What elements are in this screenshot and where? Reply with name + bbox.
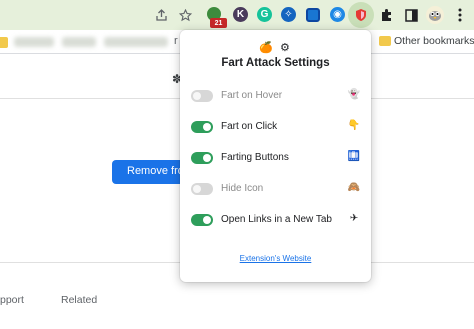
- browser-toolbar: 21 K G ✧ ◉: [0, 0, 474, 30]
- airplane-icon: ✈: [349, 213, 359, 224]
- shield-extension-icon[interactable]: ◉: [330, 7, 345, 22]
- sidepanel-icon[interactable]: [401, 5, 421, 25]
- setting-label: Farting Buttons: [221, 152, 289, 163]
- tab-support[interactable]: pport: [0, 294, 24, 306]
- setting-label: Open Links in a New Tab: [221, 214, 332, 225]
- extension-badge: 21: [210, 18, 227, 28]
- profile-avatar-icon[interactable]: [424, 4, 446, 26]
- grammarly-icon[interactable]: G: [257, 7, 272, 22]
- extension-popup: 🍊 ⚙ Fart Attack Settings Fart on Hover 👻…: [180, 30, 371, 282]
- setting-row-open-links-new-tab: Open Links in a New Tab ✈: [180, 212, 371, 230]
- tab-related[interactable]: Related: [61, 294, 97, 306]
- blue-extension-icon[interactable]: ✧: [281, 7, 296, 22]
- hide-icon: 🙈: [347, 182, 361, 193]
- folder-icon[interactable]: [0, 37, 8, 48]
- folder-icon: [379, 36, 391, 46]
- toggle-switch[interactable]: [191, 121, 213, 133]
- fart-attack-extension-icon[interactable]: [351, 6, 371, 24]
- setting-label: Fart on Hover: [221, 90, 283, 101]
- setting-row-fart-on-click: Fart on Click 👇: [180, 119, 371, 137]
- blurred-bookmark[interactable]: [104, 37, 168, 47]
- setting-row-fart-on-hover: Fart on Hover 👻: [180, 88, 371, 106]
- toggle-switch[interactable]: [191, 90, 213, 102]
- share-icon[interactable]: [151, 5, 171, 25]
- kebab-menu-icon[interactable]: [450, 5, 470, 25]
- button-icon: 🛄: [347, 151, 361, 162]
- extension-website-link[interactable]: Extension's Website: [180, 254, 371, 263]
- popup-logo: 🍊 ⚙: [259, 42, 292, 54]
- setting-label: Fart on Click: [221, 121, 278, 132]
- setting-row-hide-icon: Hide Icon 🙈: [180, 181, 371, 199]
- ghost-icon: 👻: [347, 89, 361, 100]
- setting-label: Hide Icon: [221, 183, 264, 194]
- toggle-switch[interactable]: [191, 183, 213, 195]
- blurred-bookmark[interactable]: [14, 37, 54, 47]
- setting-row-farting-buttons: Farting Buttons 🛄: [180, 150, 371, 168]
- popup-title: Fart Attack Settings: [221, 57, 330, 69]
- other-bookmarks-link[interactable]: Other bookmarks: [394, 35, 474, 47]
- toggle-switch[interactable]: [191, 214, 213, 226]
- star-icon[interactable]: [175, 5, 195, 25]
- toggle-switch[interactable]: [191, 152, 213, 164]
- pointing-hand-icon: 👇: [347, 120, 361, 131]
- edit-extension-icon[interactable]: [306, 8, 320, 22]
- k-extension-icon[interactable]: K: [233, 7, 248, 22]
- blurred-bookmark[interactable]: [62, 37, 96, 47]
- puzzle-icon[interactable]: [377, 5, 397, 25]
- bookmark-label-fragment[interactable]: r: [174, 35, 178, 47]
